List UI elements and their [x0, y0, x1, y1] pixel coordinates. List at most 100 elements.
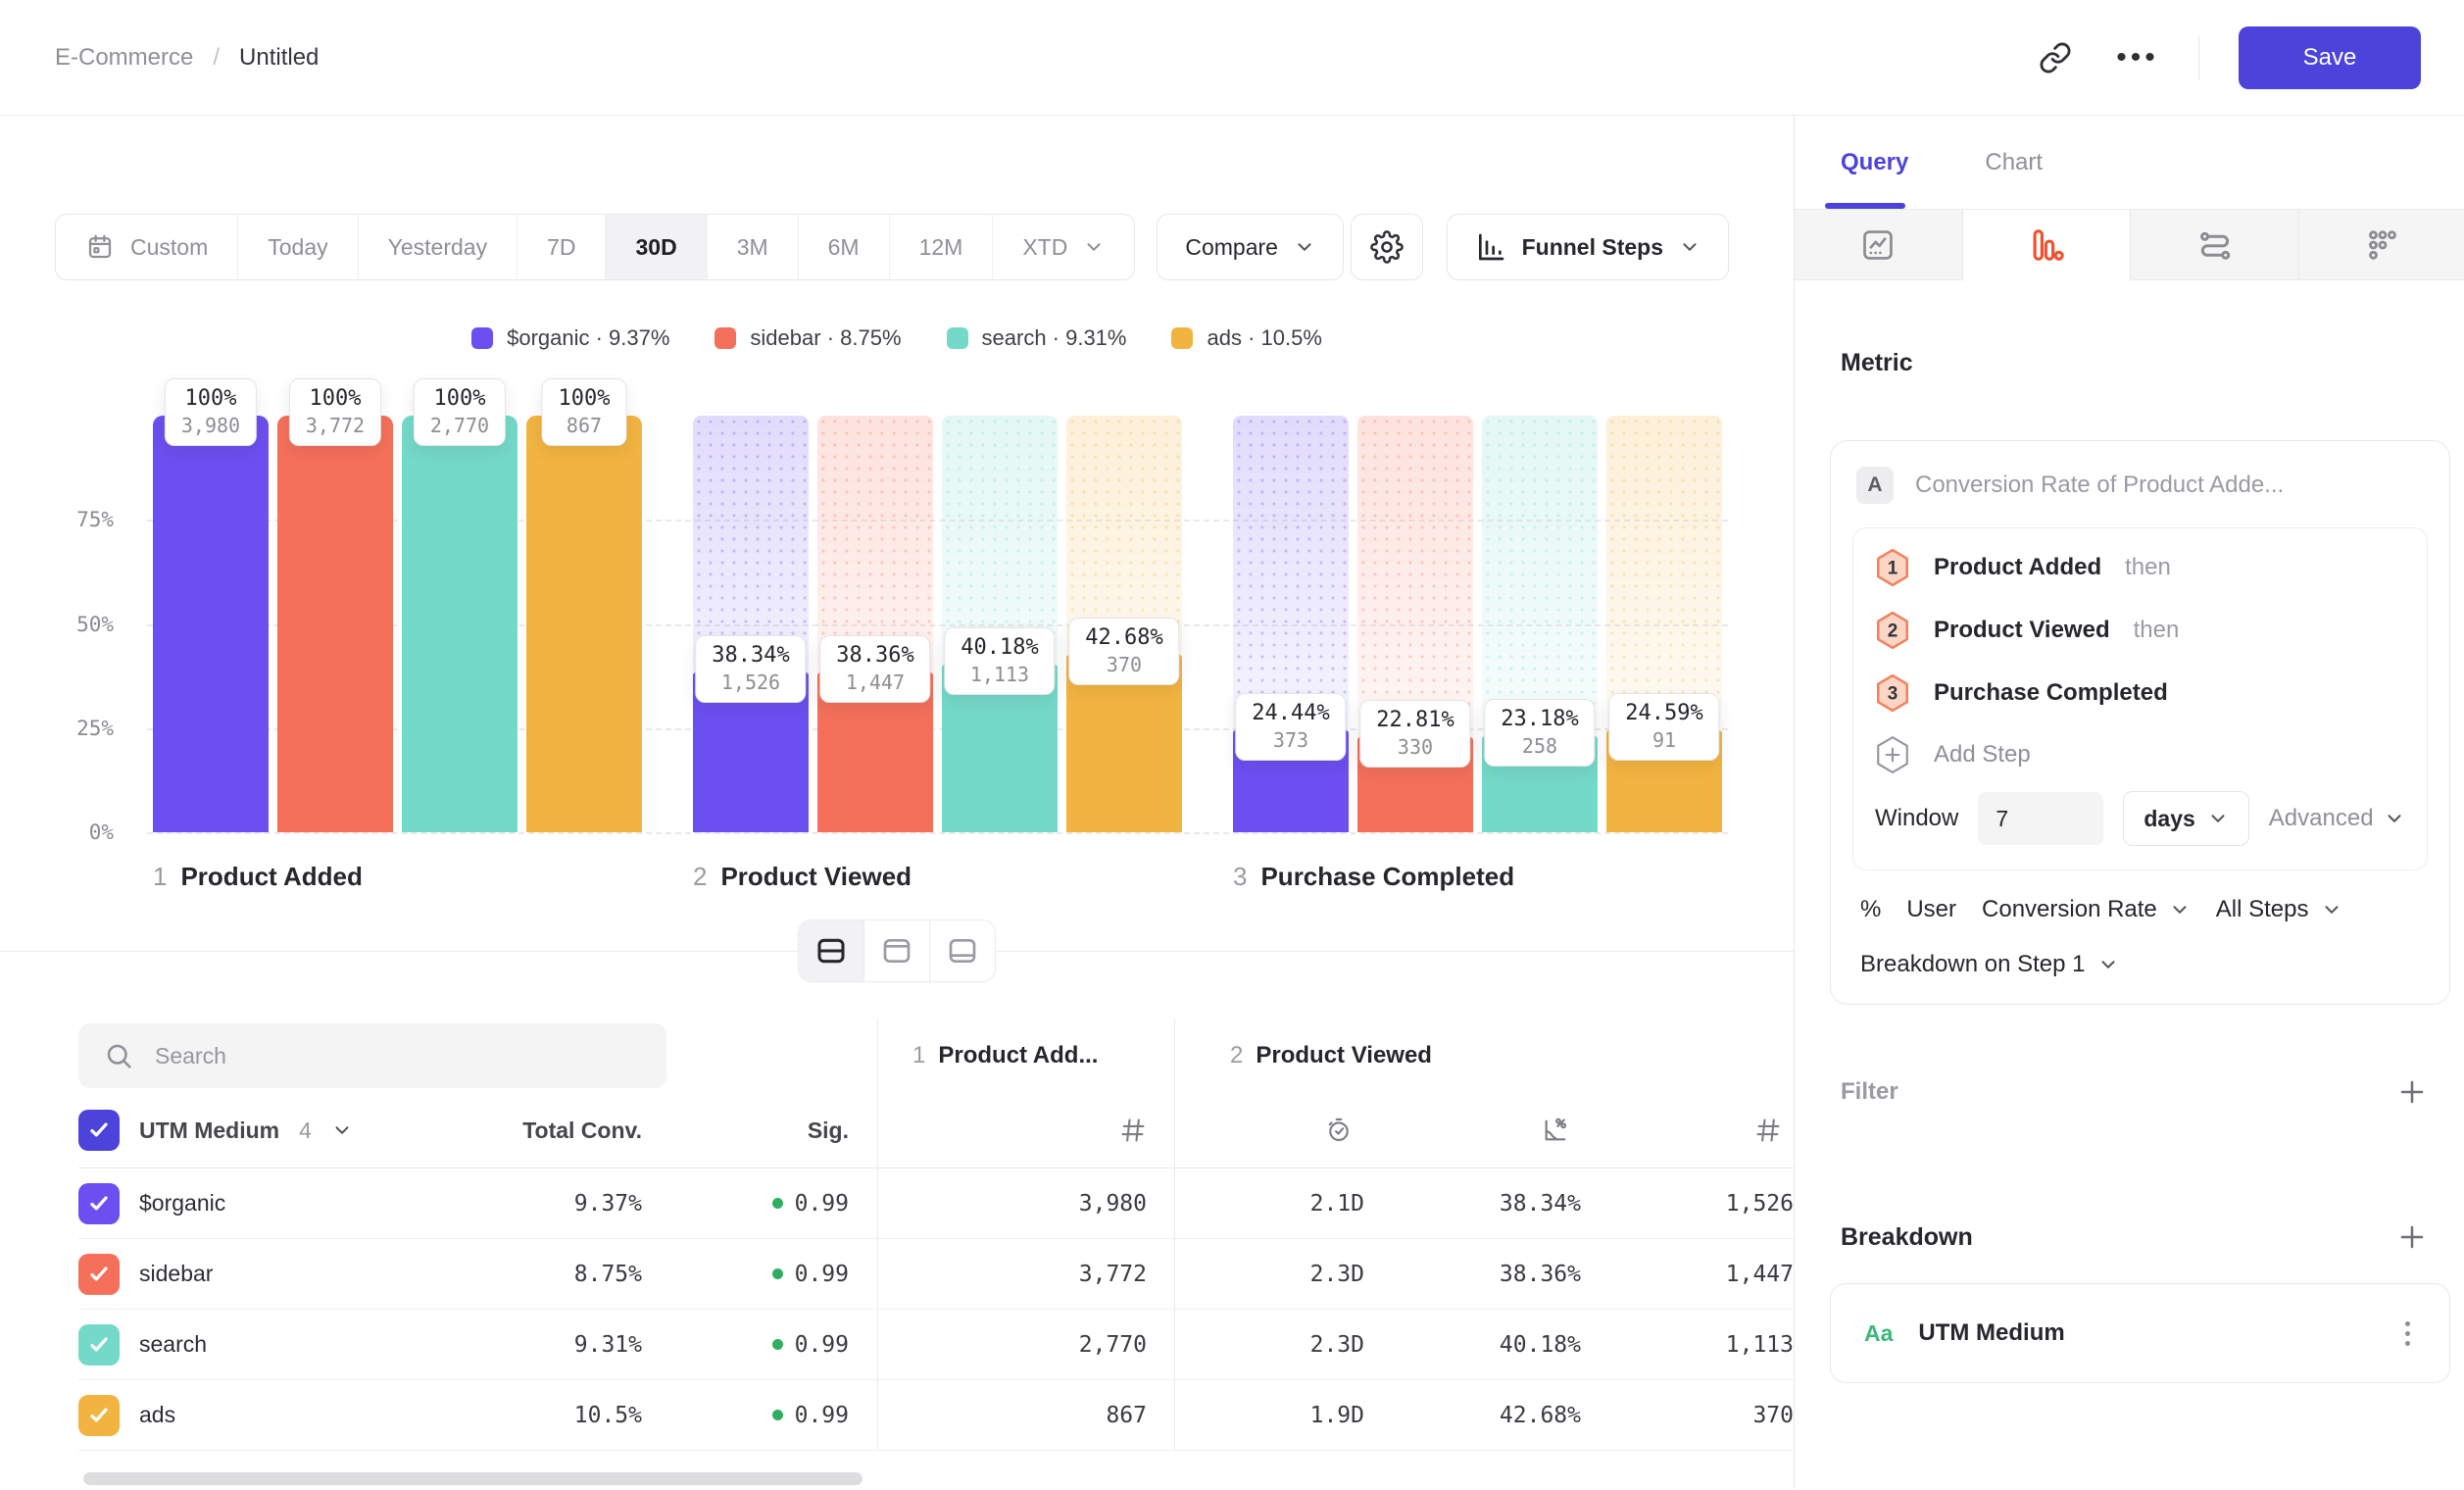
- table-row-ads[interactable]: ads10.5%0.998671.9D42.68%370: [78, 1380, 1794, 1451]
- row-checkbox[interactable]: [78, 1324, 120, 1366]
- measure-metric-dropdown[interactable]: Conversion Rate: [1982, 896, 2191, 923]
- bar-count-label: 3,980: [181, 414, 240, 437]
- legend-item[interactable]: search · 9.31%: [947, 325, 1127, 351]
- table-row-sidebar[interactable]: sidebar8.75%0.993,7722.3D38.36%1,447: [78, 1239, 1794, 1310]
- date-range-6m[interactable]: 6M: [799, 215, 890, 279]
- table-step1-header[interactable]: 1 Product Add...: [912, 1042, 1098, 1069]
- select-all-checkbox[interactable]: [78, 1110, 120, 1151]
- table-search[interactable]: [78, 1023, 666, 1088]
- kebab-menu-icon[interactable]: [2399, 1316, 2416, 1352]
- breakdown-cell: $organic: [78, 1168, 490, 1238]
- funnel-bar-search[interactable]: 40.18%1,113: [942, 416, 1058, 832]
- date-range-yesterday[interactable]: Yesterday: [359, 215, 517, 279]
- add-step-button[interactable]: Add Step: [1853, 724, 2427, 785]
- split-view-button[interactable]: [799, 920, 864, 981]
- breadcrumb-project[interactable]: E-Commerce: [55, 44, 193, 72]
- date-range-7d[interactable]: 7D: [517, 215, 606, 279]
- table-row-organic[interactable]: $organic9.37%0.993,9802.1D38.34%1,526: [78, 1168, 1794, 1239]
- measure-prefix[interactable]: %: [1860, 896, 1881, 923]
- breadcrumb-report-title[interactable]: Untitled: [239, 44, 319, 72]
- legend-item[interactable]: $organic · 9.37%: [471, 325, 669, 351]
- funnel-bar-sidebar[interactable]: 38.36%1,447: [817, 416, 933, 832]
- add-filter-button[interactable]: [2397, 1077, 2427, 1107]
- funnel-bar-search[interactable]: 23.18%258: [1482, 416, 1598, 832]
- legend-label: sidebar · 8.75%: [750, 325, 901, 351]
- date-range-3m[interactable]: 3M: [708, 215, 799, 279]
- bar-group-step-2: 38.34%1,52638.36%1,44740.18%1,11342.68%3…: [693, 416, 1182, 832]
- breakdown-item[interactable]: Aa UTM Medium: [1830, 1283, 2450, 1383]
- tab-query[interactable]: Query: [1841, 149, 1908, 176]
- table-step2-header[interactable]: 2 Product Viewed: [1230, 1042, 1432, 1069]
- legend-item[interactable]: sidebar · 8.75%: [715, 325, 901, 351]
- chevron-down-icon[interactable]: [331, 1119, 353, 1141]
- step2-time-cell: 2.3D: [1174, 1310, 1364, 1379]
- panel-step-name: Product Viewed: [1934, 617, 2110, 644]
- more-actions-button[interactable]: •••: [2116, 36, 2159, 79]
- window-value-input[interactable]: [1978, 792, 2103, 845]
- active-tab-indicator: [1825, 203, 1905, 209]
- breakdown-column-header[interactable]: UTM Medium: [139, 1118, 279, 1144]
- step2-time-cell: 2.1D: [1174, 1168, 1364, 1238]
- funnel-bar-ads[interactable]: 100%867: [526, 416, 642, 832]
- funnel-bar-sidebar[interactable]: 22.81%330: [1357, 416, 1473, 832]
- metric-title[interactable]: Conversion Rate of Product Adde...: [1915, 472, 2284, 499]
- chart-type-funnel[interactable]: [1963, 210, 2132, 280]
- sig-value: 0.99: [795, 1262, 849, 1287]
- window-unit-select[interactable]: days: [2123, 791, 2248, 846]
- row-checkbox[interactable]: [78, 1183, 120, 1224]
- conversion-chart-icon[interactable]: [1542, 1117, 1569, 1144]
- breakdown-cell: ads: [78, 1380, 490, 1450]
- search-input[interactable]: [153, 1042, 641, 1070]
- measure-scope-dropdown[interactable]: All Steps: [2216, 896, 2342, 923]
- chart-settings-button[interactable]: [1351, 214, 1423, 280]
- table-row-search[interactable]: search9.31%0.992,7702.3D40.18%1,113: [78, 1310, 1794, 1380]
- legend-item[interactable]: ads · 10.5%: [1171, 325, 1321, 351]
- horizontal-scrollbar[interactable]: [83, 1472, 862, 1485]
- save-button[interactable]: Save: [2239, 26, 2421, 89]
- date-range-custom[interactable]: Custom: [56, 215, 238, 279]
- funnel-bar-$organic[interactable]: 24.44%373: [1233, 416, 1349, 832]
- date-range-30d[interactable]: 30D: [606, 215, 707, 279]
- panel-step-3[interactable]: 3Purchase Completed: [1853, 662, 2427, 724]
- panel-step-2[interactable]: 2Product Viewedthen: [1853, 599, 2427, 662]
- funnel-bar-ads[interactable]: 24.59%91: [1606, 416, 1722, 832]
- bar-value-label: 38.36%1,447: [819, 635, 930, 703]
- bar-rate-label: 24.44%: [1252, 701, 1329, 725]
- funnel-bar-search[interactable]: 100%2,770: [402, 416, 517, 832]
- chart-type-dropdown[interactable]: Funnel Steps: [1447, 214, 1729, 280]
- breakdown-cell: search: [78, 1310, 490, 1379]
- date-range-today[interactable]: Today: [238, 215, 358, 279]
- top-panel-view-button[interactable]: [864, 920, 930, 981]
- compare-button[interactable]: Compare: [1157, 214, 1344, 280]
- funnel-bar-$organic[interactable]: 100%3,980: [153, 416, 269, 832]
- add-breakdown-button[interactable]: [2397, 1222, 2427, 1252]
- hash-icon[interactable]: [1754, 1117, 1782, 1144]
- measure-entity[interactable]: User: [1906, 896, 1956, 923]
- sig-header[interactable]: Sig.: [808, 1118, 849, 1144]
- date-range-xtd[interactable]: XTD: [993, 215, 1134, 279]
- funnel-bar-ads[interactable]: 42.68%370: [1066, 416, 1182, 832]
- step2-time: 1.9D: [1310, 1403, 1364, 1428]
- row-checkbox[interactable]: [78, 1254, 120, 1295]
- share-link-button[interactable]: [2034, 36, 2077, 79]
- chart-type-flows[interactable]: [2131, 210, 2299, 280]
- step1-count: 3,980: [1079, 1191, 1147, 1217]
- hash-icon[interactable]: [1119, 1117, 1147, 1144]
- chart-type-insights[interactable]: [1795, 210, 1963, 280]
- row-checkbox[interactable]: [78, 1395, 120, 1436]
- breakdown-on-step-dropdown[interactable]: Breakdown on Step 1: [1860, 951, 2428, 978]
- breadcrumb: E-Commerce / Untitled: [55, 44, 319, 72]
- bottom-panel-view-button[interactable]: [930, 920, 995, 981]
- advanced-dropdown[interactable]: Advanced: [2269, 805, 2405, 832]
- total-conv-header[interactable]: Total Conv.: [522, 1118, 642, 1144]
- hexagon-step-icon: 3: [1875, 673, 1910, 713]
- chart-type-retention[interactable]: [2299, 210, 2464, 280]
- date-range-12m[interactable]: 12M: [890, 215, 994, 279]
- bar-converted-region: [153, 416, 269, 832]
- panel-step-1[interactable]: 1Product Addedthen: [1853, 536, 2427, 599]
- bar-groups: 100%3,980100%3,772100%2,770100%867 38.34%…: [153, 416, 1722, 832]
- funnel-bar-$organic[interactable]: 38.34%1,526: [693, 416, 809, 832]
- tab-chart[interactable]: Chart: [1985, 149, 2043, 176]
- stopwatch-check-icon[interactable]: [1325, 1117, 1353, 1144]
- funnel-bar-sidebar[interactable]: 100%3,772: [277, 416, 393, 832]
